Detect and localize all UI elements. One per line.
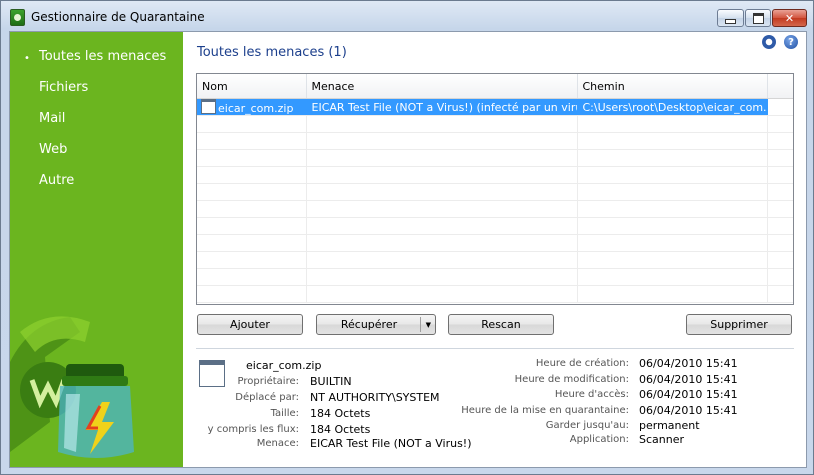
chevron-down-icon[interactable]: ▼ <box>426 321 431 329</box>
empty-row <box>197 251 793 269</box>
maximize-button[interactable] <box>745 9 771 27</box>
empty-row <box>197 132 793 150</box>
delete-button[interactable]: Supprimer <box>686 314 792 335</box>
sidebar-item-web[interactable]: Web <box>39 142 67 157</box>
selected-bullet: • <box>24 53 30 64</box>
application-window: Gestionnaire de Quarantaine ✕ • Toutes l… <box>0 0 814 475</box>
detail-label-quarantined: Heure de la mise en quarantaine: <box>461 405 629 416</box>
app-icon <box>10 9 25 26</box>
detail-value-modified: 06/04/2010 15:41 <box>639 373 738 386</box>
detail-label-accessed: Heure d'accès: <box>554 389 629 400</box>
minimize-button[interactable] <box>717 9 744 27</box>
detail-label-moved-by: Déplacé par: <box>235 392 299 403</box>
help-glyph: ? <box>788 36 794 48</box>
split-divider <box>420 317 421 332</box>
sidebar-item-mail[interactable]: Mail <box>39 111 65 126</box>
empty-row <box>197 166 793 184</box>
file-icon <box>201 99 216 114</box>
empty-row <box>197 234 793 252</box>
table-row[interactable]: eicar_com.zip EICAR Test File (NOT a Vir… <box>197 98 793 116</box>
restore-button[interactable]: Récupérer ▼ <box>316 314 436 335</box>
main-panel: Toutes les menaces (1) ? Nom Menace Chem… <box>183 32 806 467</box>
empty-row <box>197 115 793 133</box>
detail-value-keep-until: permanent <box>639 419 700 432</box>
empty-row <box>197 149 793 167</box>
close-button[interactable]: ✕ <box>772 9 807 27</box>
column-header-name[interactable]: Nom <box>197 74 307 99</box>
empty-row <box>197 285 793 303</box>
sidebar-item-all-threats[interactable]: Toutes les menaces <box>39 49 166 64</box>
sidebar-item-files[interactable]: Fichiers <box>39 80 88 95</box>
add-button[interactable]: Ajouter <box>197 314 303 335</box>
empty-row <box>197 183 793 201</box>
empty-row <box>197 217 793 235</box>
window-title: Gestionnaire de Quarantaine <box>31 10 205 24</box>
detail-value-accessed: 06/04/2010 15:41 <box>639 388 738 401</box>
detail-label-keep-until: Garder jusqu'au: <box>545 420 629 431</box>
column-header-path[interactable]: Chemin <box>577 74 768 99</box>
divider <box>196 348 794 349</box>
gear-icon[interactable] <box>762 35 776 49</box>
detail-value-created: 06/04/2010 15:41 <box>639 357 738 370</box>
threats-table: Nom Menace Chemin eicar_com.zip EICAR Te… <box>196 73 794 305</box>
cell-name-text: eicar_com.zip <box>218 102 294 115</box>
page-title: Toutes les menaces (1) <box>197 45 347 60</box>
empty-row <box>197 268 793 286</box>
detail-file-name: eicar_com.zip <box>246 359 322 372</box>
detail-value-application: Scanner <box>639 433 685 446</box>
detail-value-size: 184 Octets <box>310 407 371 420</box>
detail-label-streams: y compris les flux: <box>207 424 299 435</box>
detail-label-owner: Propriétaire: <box>237 376 300 387</box>
minimize-icon <box>725 18 736 24</box>
cell-path: C:\Users\root\Desktop\eicar_com.zip <box>577 98 768 116</box>
detail-label-threat: Menace: <box>256 438 299 449</box>
title-bar[interactable]: Gestionnaire de Quarantaine ✕ <box>1 1 813 31</box>
sidebar-item-other[interactable]: Autre <box>39 173 74 188</box>
cell-filler <box>767 98 793 116</box>
restore-label: Récupérer <box>340 318 398 331</box>
table-header: Nom Menace Chemin <box>197 74 793 99</box>
detail-label-modified: Heure de modification: <box>514 374 629 385</box>
detail-value-quarantined: 06/04/2010 15:41 <box>639 404 738 417</box>
detail-label-application: Application: <box>569 434 629 445</box>
close-icon: ✕ <box>784 11 795 25</box>
client-area: • Toutes les menaces Fichiers Mail Web A… <box>9 31 807 468</box>
detail-value-threat: EICAR Test File (NOT a Virus!) <box>310 437 472 450</box>
sidebar: • Toutes les menaces Fichiers Mail Web A… <box>10 32 183 467</box>
detail-label-created: Heure de création: <box>535 358 629 369</box>
empty-row <box>197 200 793 218</box>
detail-value-owner: BUILTIN <box>310 375 352 388</box>
column-header-filler <box>767 74 793 99</box>
maximize-icon <box>752 12 764 24</box>
cell-name: eicar_com.zip <box>197 98 307 116</box>
quarantine-jar-logo <box>10 316 134 458</box>
rescan-button[interactable]: Rescan <box>448 314 554 335</box>
help-icon[interactable]: ? <box>784 35 798 49</box>
cell-threat: EICAR Test File (NOT a Virus!) (infecté … <box>306 98 578 116</box>
detail-value-moved-by: NT AUTHORITY\SYSTEM <box>310 391 440 404</box>
column-header-threat[interactable]: Menace <box>306 74 578 99</box>
detail-value-streams: 184 Octets <box>310 423 371 436</box>
detail-label-size: Taille: <box>270 408 299 419</box>
